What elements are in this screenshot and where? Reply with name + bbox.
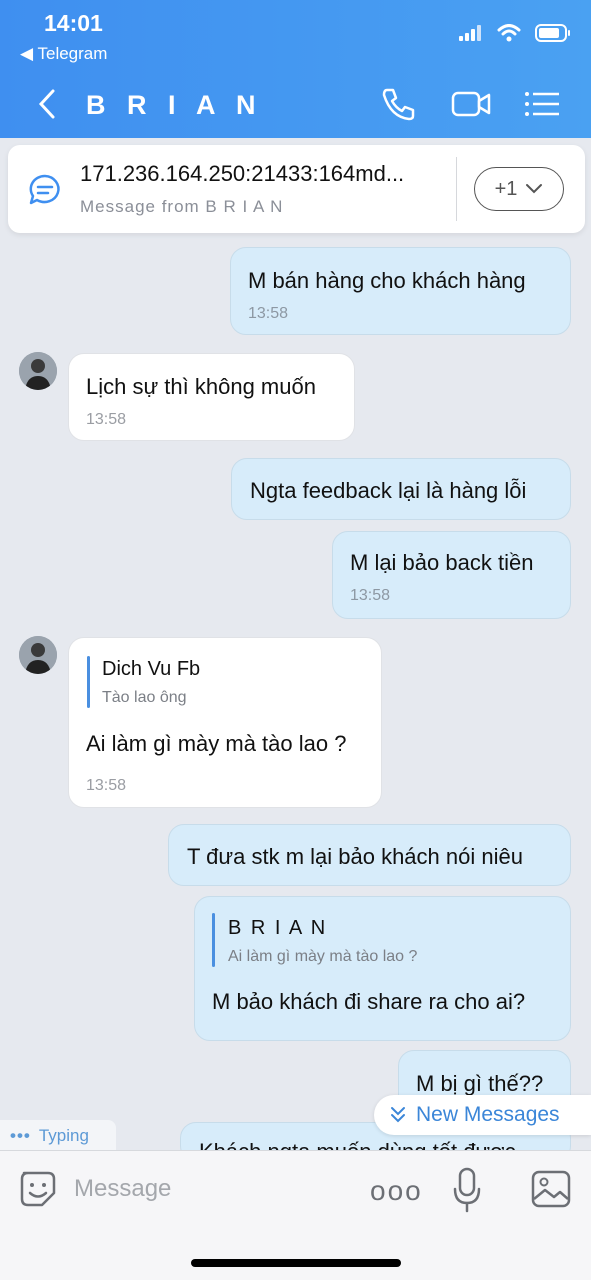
message-text: Ngta feedback lại là hàng lỗi (250, 478, 527, 503)
avatar[interactable] (19, 352, 57, 390)
status-time: 14:01 (44, 10, 103, 36)
message-time: 13:58 (86, 777, 127, 794)
reply-bar (87, 656, 90, 708)
avatar[interactable] (19, 636, 57, 674)
more-options-button[interactable]: ooo (370, 1175, 423, 1207)
reply-preview: Ai làm gì mày mà tào lao ? (228, 948, 418, 965)
pinned-more-button[interactable]: +1 (474, 167, 564, 211)
message-bubble[interactable]: M bán hàng cho khách hàng 13:58 (230, 247, 571, 335)
header-actions (379, 86, 561, 122)
pinned-more-label: +1 (494, 177, 518, 200)
wifi-icon (497, 24, 521, 42)
reply-preview: Tào lao ông (102, 689, 187, 706)
chat-title[interactable]: B R I A N (86, 90, 263, 121)
pinned-message[interactable]: 171.236.164.250:21433:164md... Message f… (8, 145, 585, 233)
message-text: Ai làm gì mày mà tào lao ? (86, 731, 347, 756)
pinned-subtitle: Message from B R I A N (80, 197, 284, 216)
microphone-icon[interactable] (452, 1167, 482, 1213)
reply-author: B R I A N (228, 917, 328, 939)
reply-bar (212, 913, 215, 967)
sticker-icon[interactable] (18, 1169, 58, 1209)
message-bubble[interactable]: M lại bảo back tiền 13:58 (332, 531, 571, 619)
phone-icon[interactable] (379, 86, 417, 122)
reply-author: Dich Vu Fb (102, 658, 201, 680)
message-bubble[interactable]: Ngta feedback lại là hàng lỗi (231, 458, 571, 520)
message-text: M bán hàng cho khách hàng (248, 268, 526, 293)
typing-dots: ••• (10, 1126, 31, 1145)
message-bubble[interactable]: B R I A N Ai làm gì mày mà tào lao ? M b… (194, 896, 571, 1041)
new-messages-button[interactable]: New Messages (374, 1095, 591, 1135)
gallery-icon[interactable] (530, 1169, 572, 1209)
divider (456, 157, 457, 221)
message-bubble[interactable]: T đưa stk m lại bảo khách nói niêu (168, 824, 571, 886)
pinned-text: 171.236.164.250:21433:164md... (80, 161, 405, 186)
battery-icon (535, 24, 570, 42)
message-text: Lịch sự thì không muốn (86, 374, 316, 399)
message-text: M bị gì thế?? (416, 1071, 544, 1096)
message-bubble[interactable]: Dich Vu Fb Tào lao ông Ai làm gì mày mà … (68, 637, 382, 808)
message-time: 13:58 (86, 411, 127, 428)
message-time: 13:58 (350, 587, 391, 604)
message-time: 13:58 (248, 305, 289, 322)
double-chevron-down-icon (391, 1107, 405, 1123)
chevron-down-icon (526, 184, 543, 194)
message-text: T đưa stk m lại bảo khách nói niêu (187, 844, 523, 869)
message-composer: ooo (0, 1150, 591, 1280)
signal-icon (459, 25, 481, 41)
back-triangle-icon: ◀ (20, 44, 34, 63)
video-call-icon[interactable] (451, 86, 491, 122)
menu-list-icon[interactable] (523, 86, 561, 122)
home-indicator (191, 1259, 401, 1267)
status-back-app[interactable]: ◀ Telegram (20, 44, 107, 64)
status-back-label: Telegram (37, 44, 108, 63)
message-text: M lại bảo back tiền (350, 550, 534, 575)
back-chevron-icon[interactable] (36, 88, 58, 120)
message-bubble[interactable]: Lịch sự thì không muốn 13:58 (68, 353, 355, 441)
status-icons (459, 24, 571, 42)
chat-header: 14:01 ◀ Telegram B R I A N (0, 0, 591, 138)
message-input[interactable] (74, 1169, 334, 1209)
message-bubble-icon (29, 174, 60, 205)
new-messages-label: New Messages (416, 1103, 560, 1126)
typing-label: Typing (38, 1126, 89, 1145)
typing-indicator: ••• Typing (0, 1120, 116, 1152)
message-text: M bảo khách đi share ra cho ai? (212, 989, 526, 1014)
